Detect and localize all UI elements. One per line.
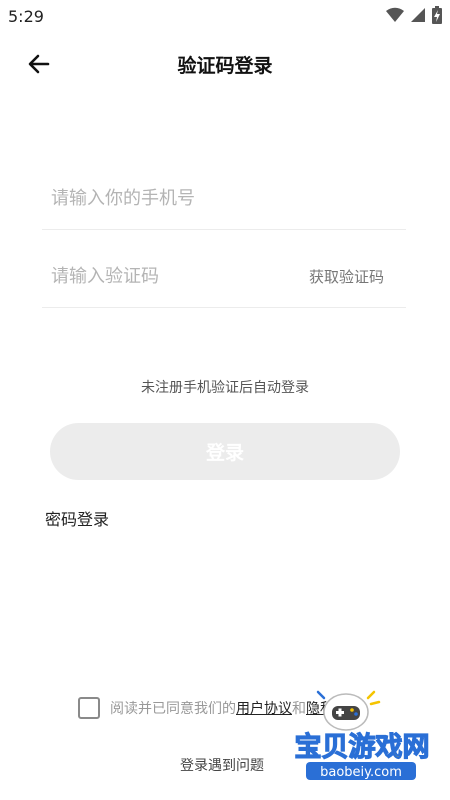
verification-code-input[interactable] <box>51 258 291 294</box>
signal-icon <box>410 7 426 27</box>
battery-charging-icon <box>432 6 442 28</box>
watermark-url: baobeiy.com <box>320 765 402 780</box>
agreement-row: 阅读并已同意我们的 用户协议 和 隐私条款 <box>78 697 362 719</box>
login-screen: 5:29 验证码登录 请输入你的手机号 请输入验证码 获取验证码 未注册手机验证… <box>0 0 450 800</box>
password-login-link[interactable]: 密码登录 <box>45 506 109 530</box>
status-bar: 5:29 <box>0 0 450 34</box>
login-button[interactable]: 登录 <box>50 423 400 480</box>
wifi-icon <box>386 7 404 27</box>
login-problem-link[interactable]: 登录遇到问题 <box>180 755 264 775</box>
phone-field-row <box>42 170 406 230</box>
auto-register-hint: 未注册手机验证后自动登录 <box>141 380 309 396</box>
status-icons <box>386 6 442 28</box>
status-time: 5:29 <box>8 7 44 26</box>
phone-input[interactable] <box>51 180 291 216</box>
privacy-policy-link[interactable]: 隐私条款 <box>306 698 362 718</box>
code-field-row: 获取验证码 <box>42 248 406 308</box>
page-title: 验证码登录 <box>177 55 273 77</box>
agreement-and: 和 <box>292 701 306 717</box>
get-code-button[interactable]: 获取验证码 <box>309 266 384 287</box>
watermark-title: 宝贝游戏网 <box>295 731 430 763</box>
agreement-prefix: 阅读并已同意我们的 <box>110 701 236 717</box>
agreement-checkbox[interactable] <box>78 697 100 719</box>
user-agreement-link[interactable]: 用户协议 <box>236 698 292 718</box>
